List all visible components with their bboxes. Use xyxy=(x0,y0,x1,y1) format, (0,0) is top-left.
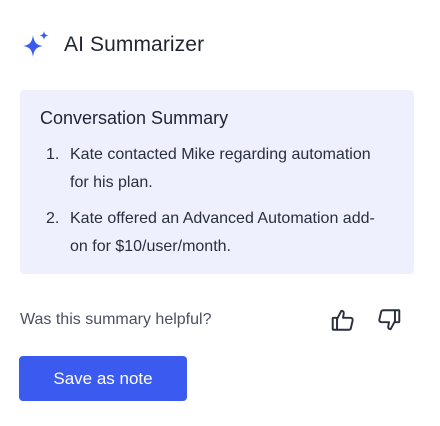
thumbs-up-icon[interactable] xyxy=(328,305,358,335)
save-as-note-button[interactable]: Save as note xyxy=(19,356,187,401)
feedback-row: Was this summary helpful? xyxy=(20,305,404,335)
summary-card: Conversation Summary 1. Kate contacted M… xyxy=(20,90,414,274)
thumbs-down-icon[interactable] xyxy=(374,305,404,335)
feedback-question: Was this summary helpful? xyxy=(20,311,212,328)
summary-item-number: 2. xyxy=(46,210,60,227)
summary-item-text: Kate contacted Mike regarding automation… xyxy=(70,146,371,191)
summary-list: 1. Kate contacted Mike regarding automat… xyxy=(40,141,394,261)
summary-item-text: Kate offered an Advanced Automation add-… xyxy=(70,210,375,255)
summary-item-number: 1. xyxy=(46,146,60,163)
summary-title: Conversation Summary xyxy=(40,108,229,128)
app-title: AI Summarizer xyxy=(64,33,205,56)
summary-item: 2. Kate offered an Advanced Automation a… xyxy=(40,205,394,261)
header: AI Summarizer xyxy=(20,28,204,62)
sparkle-icon xyxy=(20,29,52,61)
summary-item: 1. Kate contacted Mike regarding automat… xyxy=(40,141,394,197)
